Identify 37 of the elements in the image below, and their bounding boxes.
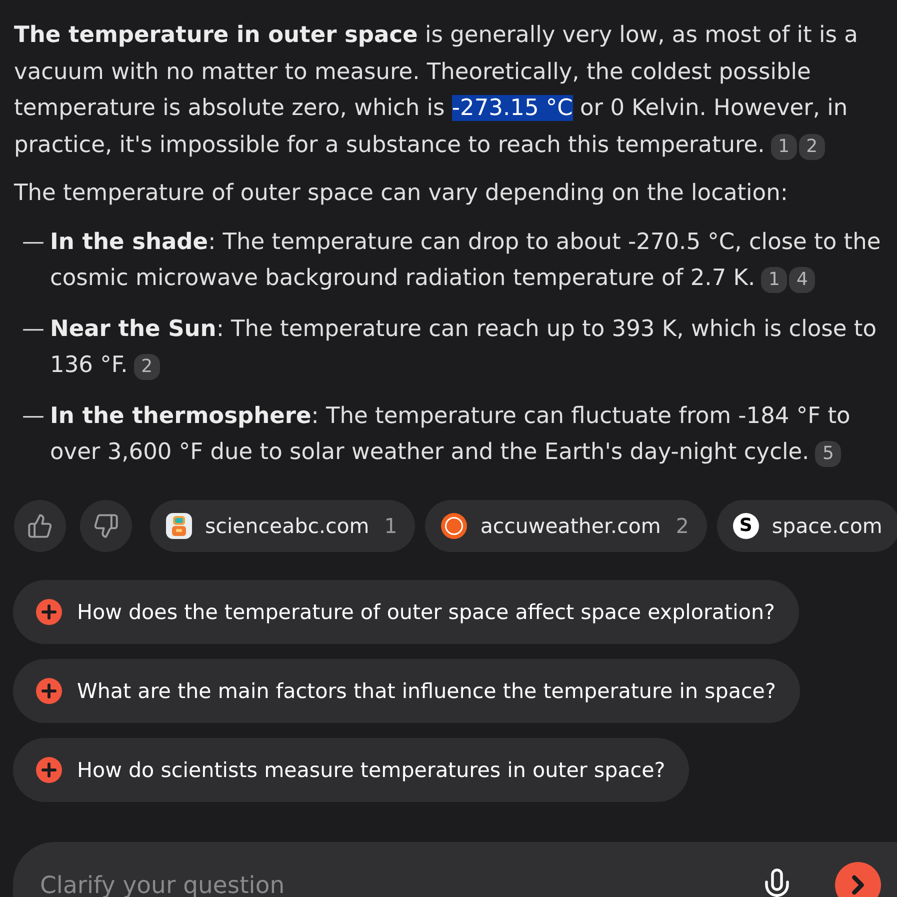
list-item-text: Near the Sun: The temperature can reach up to 393 K, which is close to 136 °F. 2 — [50, 314, 878, 382]
send-button[interactable] — [835, 862, 881, 897]
source-chip[interactable]: accuweather.com 2 — [425, 500, 707, 552]
citation-link[interactable]: 2 — [798, 134, 825, 160]
source-count: 1 — [384, 514, 398, 538]
plus-icon — [36, 678, 62, 704]
suggestion-button[interactable]: How does the temperature of outer space affect space exploration? — [13, 580, 799, 644]
citation-link[interactable]: 1 — [770, 134, 797, 160]
citation-link[interactable]: 2 — [134, 354, 160, 380]
suggestion-button[interactable]: What are the main factors that influence the temperature in space? — [13, 658, 800, 722]
list-marker: — — [21, 314, 46, 344]
list-item-text: In the thermosphere: The temperature can fluctuate from -184 °F to over 3,600 °F due to solar weather and the Earth's day-night cycle. 5 — [50, 402, 852, 469]
list-marker: — — [21, 402, 46, 430]
thumbs-down-icon — [93, 512, 119, 538]
list-item-text: In the shade: The temperature can drop to about -270.5 °C, close to the cosmic microwave background radiation temperature of 2.7 K. 1 4 — [50, 228, 882, 295]
citation-link[interactable]: 4 — [789, 267, 816, 293]
plus-icon — [36, 756, 62, 782]
source-chip[interactable]: S space.com — [716, 500, 897, 552]
citation-link[interactable]: 1 — [761, 267, 788, 293]
thumbs-down-button[interactable] — [80, 500, 132, 552]
source-chip[interactable]: scienceabc.com 1 — [150, 500, 416, 552]
suggestion-button[interactable]: How do scientists measure temperatures in outer space? — [13, 738, 690, 802]
logo-icon: S — [732, 512, 759, 538]
source-domain: space.com — [772, 514, 882, 538]
thumbs-up-button[interactable] — [14, 500, 66, 552]
list-marker: — — [21, 228, 46, 256]
paragraph: The temperature of outer space can vary depending on the location: — [14, 179, 789, 208]
robot-icon — [166, 512, 192, 538]
sun-icon — [441, 512, 468, 538]
citation-link[interactable]: 5 — [815, 441, 842, 467]
source-count: 2 — [676, 514, 689, 538]
source-domain: scienceabc.com — [205, 514, 370, 538]
selected-text: -273.15 °C — [452, 95, 573, 121]
paragraph: The temperature in outer space is generally very low, as most of it is a vacuum with no matter to measure. Theoretically, the coldest possible temperature is absolute zero, which is -273.15 °C or 0 Kelvin. However, in practice, it's impossible for a substance to reach this temperature. 1 2 — [14, 21, 859, 162]
plus-icon — [36, 598, 62, 624]
thumbs-up-icon — [27, 512, 53, 538]
source-domain: accuweather.com — [480, 514, 661, 538]
